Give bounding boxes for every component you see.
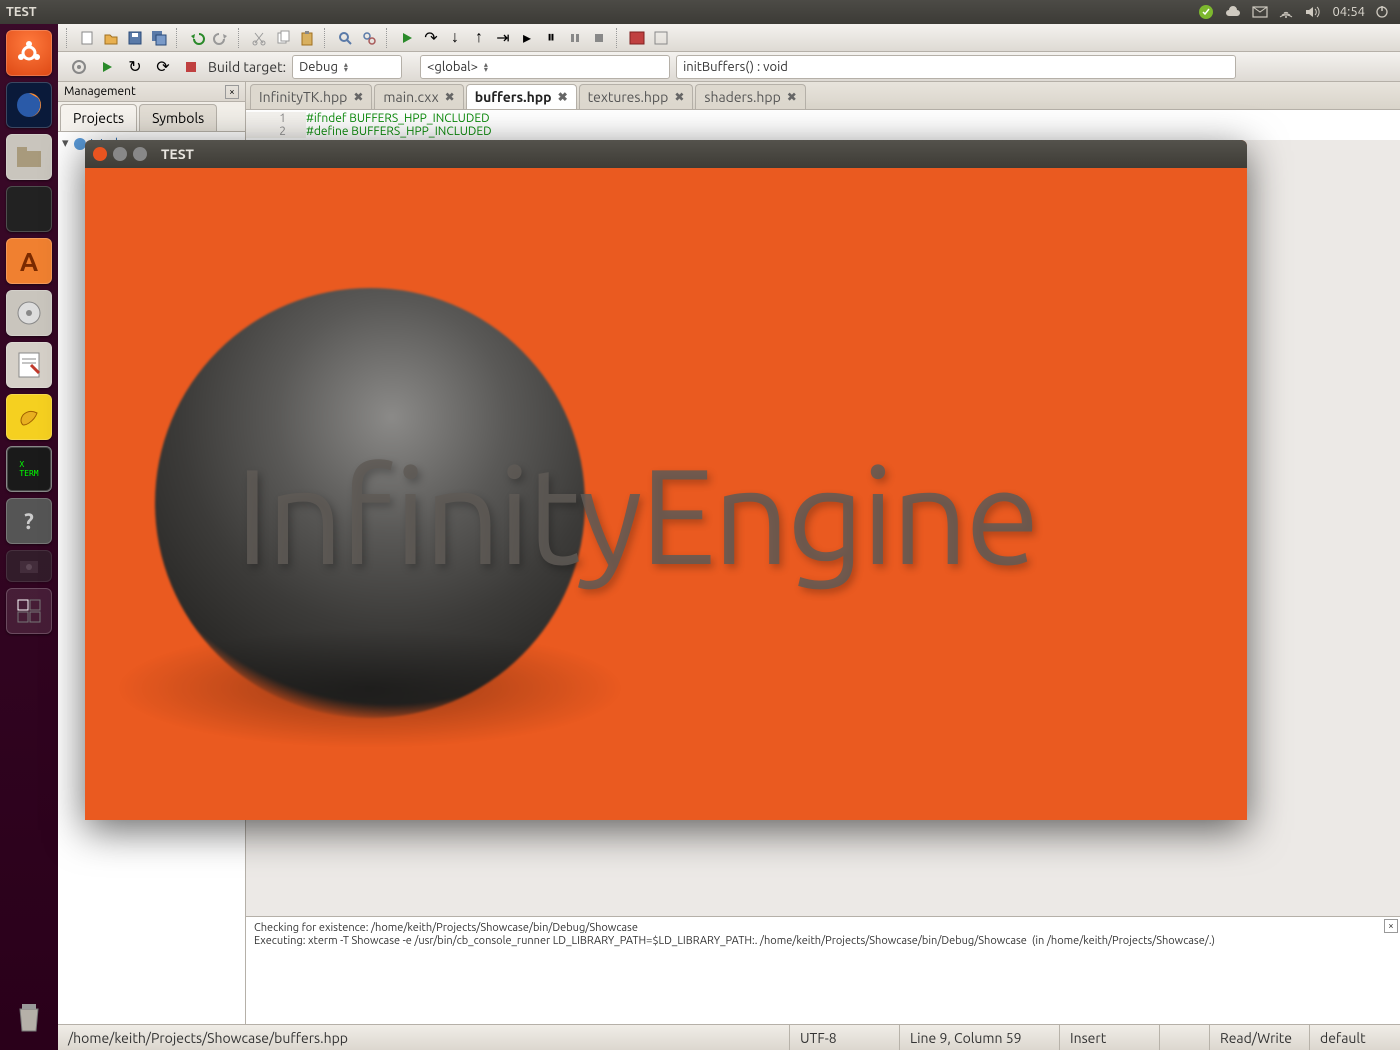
run-icon[interactable] <box>396 27 418 49</box>
mail-icon[interactable] <box>1252 6 1268 18</box>
step-over-icon[interactable]: ↷ <box>420 27 442 49</box>
replace-icon[interactable] <box>358 27 380 49</box>
break-icon[interactable]: ⏸ <box>540 27 562 49</box>
tab-projects[interactable]: Projects <box>60 104 137 131</box>
network-icon[interactable] <box>1278 5 1294 19</box>
window-close-icon[interactable] <box>93 147 107 161</box>
launcher-app-colors[interactable] <box>6 186 52 232</box>
stop-icon[interactable] <box>588 27 610 49</box>
tab-main[interactable]: main.cxx✖ <box>374 84 463 109</box>
status-mode: Insert <box>1060 1025 1160 1050</box>
save-all-icon[interactable] <box>148 27 170 49</box>
launcher-firefox[interactable] <box>6 82 52 128</box>
build-run-icon[interactable] <box>96 56 118 78</box>
launcher-terminal[interactable]: XTERM <box>6 446 52 492</box>
launcher: A XTERM ? <box>0 24 58 1050</box>
redo-icon[interactable] <box>210 27 232 49</box>
debug-window-icon[interactable] <box>626 27 648 49</box>
tab-shaders[interactable]: shaders.hpp✖ <box>695 84 805 109</box>
cloud-icon[interactable] <box>1224 5 1242 19</box>
launcher-trash[interactable] <box>6 994 52 1040</box>
power-icon[interactable] <box>1375 5 1389 19</box>
function-combo[interactable]: initBuffers() : void <box>676 55 1236 79</box>
new-file-icon[interactable] <box>76 27 98 49</box>
build-log[interactable]: ×Checking for existence: /home/keith/Pro… <box>246 916 1400 1024</box>
open-icon[interactable] <box>100 27 122 49</box>
step-icon[interactable]: ⇥ <box>492 27 514 49</box>
close-icon[interactable]: × <box>225 85 239 99</box>
status-eol: default <box>1310 1025 1400 1050</box>
close-icon[interactable]: ✖ <box>558 90 568 104</box>
save-icon[interactable] <box>124 27 146 49</box>
step-out-icon[interactable]: ↑ <box>468 27 490 49</box>
status-blank <box>1160 1025 1210 1050</box>
close-icon[interactable]: ✖ <box>445 90 455 104</box>
step-into-icon[interactable]: ↓ <box>444 27 466 49</box>
status-rw: Read/Write <box>1210 1025 1310 1050</box>
toolbar-build: ↻ ⟳ Build target: Debug▴▾ <global>▴▾ ini… <box>58 52 1400 82</box>
build-icon[interactable] <box>68 56 90 78</box>
window-title: TEST <box>6 5 37 19</box>
launcher-editor[interactable] <box>6 342 52 388</box>
pause-icon[interactable] <box>564 27 586 49</box>
abort-icon[interactable] <box>180 56 202 78</box>
launcher-disk[interactable] <box>6 290 52 336</box>
sync-icon[interactable] <box>1198 4 1214 20</box>
test-window: TEST InfinityEngine ↖ <box>85 140 1247 820</box>
launcher-screenshot[interactable] <box>6 550 52 582</box>
launcher-lamp[interactable] <box>6 394 52 440</box>
scope-combo[interactable]: <global>▴▾ <box>420 55 670 79</box>
launcher-app-orange[interactable]: A <box>6 238 52 284</box>
close-icon[interactable]: ✖ <box>787 90 797 104</box>
continue-icon[interactable]: ▸ <box>516 27 538 49</box>
toolbar-main: ↷ ↓ ↑ ⇥ ▸ ⏸ <box>58 24 1400 52</box>
window-minimize-icon[interactable] <box>113 147 127 161</box>
top-panel: TEST 04:54 <box>0 0 1400 24</box>
tab-symbols[interactable]: Symbols <box>139 104 217 131</box>
close-icon[interactable]: × <box>1384 919 1398 933</box>
window-maximize-icon[interactable] <box>133 147 147 161</box>
code-editor[interactable]: 1#ifndef BUFFERS_HPP_INCLUDED 2#define B… <box>246 110 1400 140</box>
info-icon[interactable] <box>650 27 672 49</box>
paste-icon[interactable] <box>296 27 318 49</box>
close-icon[interactable]: ✖ <box>353 90 363 104</box>
launcher-dash[interactable] <box>6 30 52 76</box>
brand-text: InfinityEngine <box>235 438 1037 590</box>
close-icon[interactable]: ✖ <box>674 90 684 104</box>
cut-icon[interactable] <box>248 27 270 49</box>
test-canvas: InfinityEngine ↖ <box>85 168 1247 820</box>
statusbar: /home/keith/Projects/Showcase/buffers.hp… <box>58 1024 1400 1050</box>
tab-infinitytk[interactable]: InfinityTK.hpp✖ <box>250 84 372 109</box>
status-path: /home/keith/Projects/Showcase/buffers.hp… <box>58 1025 790 1050</box>
rebuild-all-icon[interactable]: ⟳ <box>152 56 174 78</box>
tab-buffers[interactable]: buffers.hpp✖ <box>466 84 577 109</box>
rebuild-icon[interactable]: ↻ <box>124 56 146 78</box>
status-encoding: UTF-8 <box>790 1025 900 1050</box>
status-position: Line 9, Column 59 <box>900 1025 1060 1050</box>
undo-icon[interactable] <box>186 27 208 49</box>
launcher-workspace[interactable] <box>6 588 52 634</box>
editor-tabs: InfinityTK.hpp✖ main.cxx✖ buffers.hpp✖ t… <box>246 82 1400 110</box>
build-target-combo[interactable]: Debug▴▾ <box>292 55 402 79</box>
test-title: TEST <box>161 146 194 162</box>
test-titlebar[interactable]: TEST <box>85 140 1247 168</box>
management-title: Management × <box>58 82 245 102</box>
launcher-help[interactable]: ? <box>6 498 52 544</box>
find-icon[interactable] <box>334 27 356 49</box>
copy-icon[interactable] <box>272 27 294 49</box>
tab-textures[interactable]: textures.hpp✖ <box>579 84 694 109</box>
volume-icon[interactable] <box>1304 5 1322 19</box>
build-target-label: Build target: <box>208 59 286 75</box>
clock[interactable]: 04:54 <box>1332 5 1365 19</box>
launcher-files[interactable] <box>6 134 52 180</box>
